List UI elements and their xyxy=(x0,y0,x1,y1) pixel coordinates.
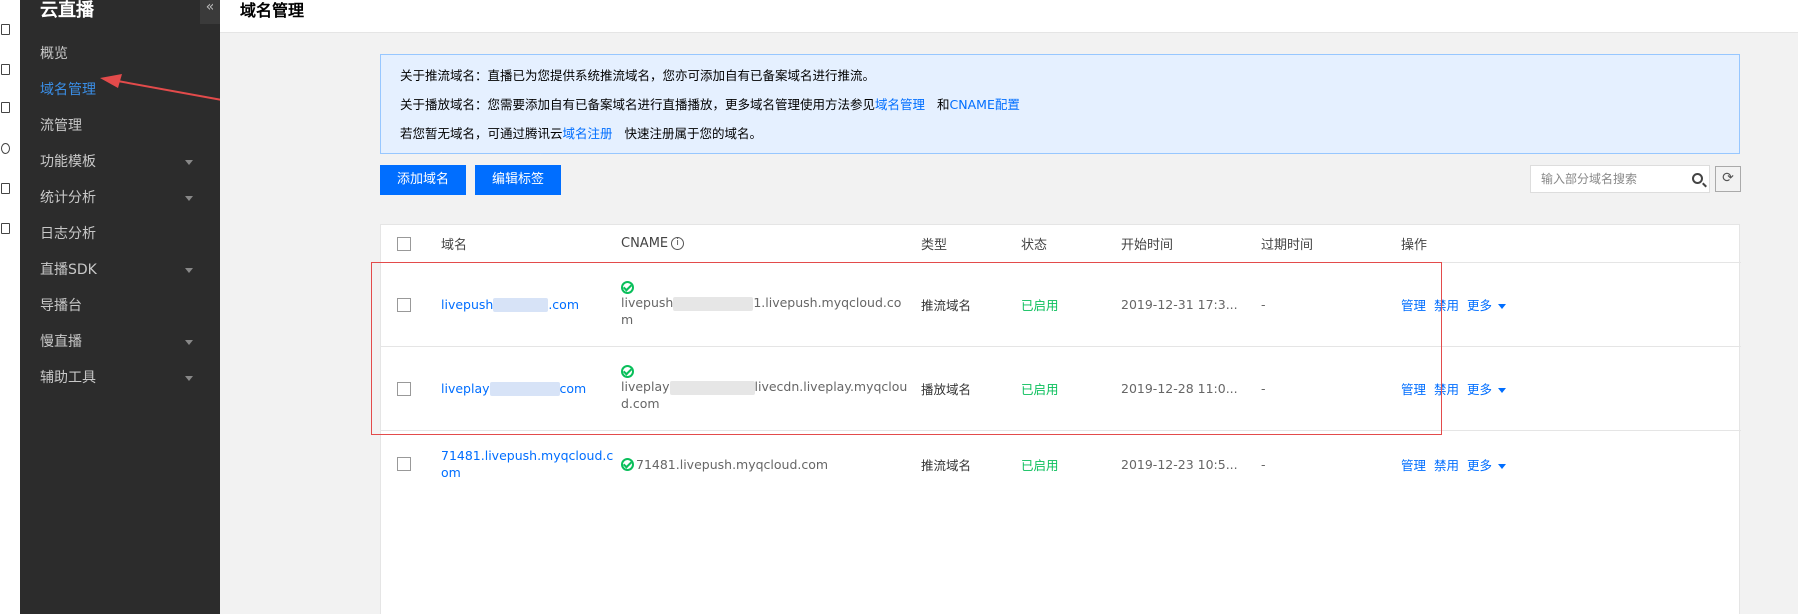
column-header-type: 类型 xyxy=(921,238,948,253)
chevron-down-icon xyxy=(1498,304,1507,309)
clock-icon[interactable] xyxy=(1,143,10,154)
info-icon[interactable]: i xyxy=(671,237,685,250)
sidebar-item-tools[interactable]: 辅助工具 xyxy=(20,360,220,396)
cname-cell: 71481.livepush.myqcloud.com xyxy=(621,431,828,497)
column-header-start-time: 开始时间 xyxy=(1121,238,1174,253)
notice-text: 快速注册属于您的域名。 xyxy=(624,126,763,141)
manage-link[interactable]: 管理 xyxy=(1401,455,1426,474)
doc-icon[interactable] xyxy=(1,24,10,35)
domain-management-doc-link[interactable]: 域名管理 xyxy=(875,97,925,112)
domain-link[interactable]: 71481.livepush.myqcloud.c om xyxy=(441,447,613,481)
table-row: 71481.livepush.myqcloud.c om 71481.livepu… xyxy=(381,431,1741,497)
annotation-highlight-box xyxy=(371,262,1442,435)
domain-cell: 71481.livepush.myqcloud.c om xyxy=(441,431,613,497)
notice-line: 若您暂无域名，可通过腾讯云域名注册 快速注册属于您的域名。 xyxy=(400,123,1720,152)
cname-config-doc-link[interactable]: CNAME配置 xyxy=(950,97,1020,112)
notice-text: 关于推流域名：直播已为您提供系统推流域名，您亦可添加自有已备案域名进行推流。 xyxy=(400,68,876,83)
chevron-down-icon xyxy=(1498,388,1507,393)
search-placeholder: 输入部分域名搜索 xyxy=(1541,172,1638,186)
chevron-down-icon xyxy=(1498,463,1507,469)
sidebar-item-log-analysis[interactable]: 日志分析 xyxy=(20,216,220,252)
expire-time-cell: - xyxy=(1261,456,1266,472)
notice-text: 关于播放域名：您需要添加自有已备案域名进行直播播放，更多域名管理使用方法参见 xyxy=(400,97,876,112)
info-notice: 关于推流域名：直播已为您提供系统推流域名，您亦可添加自有已备案域名进行推流。 关… xyxy=(380,54,1740,154)
collapse-sidebar-button[interactable]: « xyxy=(200,0,220,24)
sidebar-item-label: 日志分析 xyxy=(40,226,96,242)
more-dropdown[interactable]: 更多 xyxy=(1467,295,1507,314)
start-time-cell: 2019-12-23 10:5... xyxy=(1121,456,1238,472)
status-badge: 已启用 xyxy=(1021,457,1059,473)
refresh-icon: ⟳ xyxy=(1722,170,1734,186)
domain-register-link[interactable]: 域名注册 xyxy=(563,126,613,141)
sidebar-item-feature-templates[interactable]: 功能模板 xyxy=(20,144,220,180)
file-icon[interactable] xyxy=(1,102,10,113)
column-header-domain: 域名 xyxy=(441,238,468,253)
sidebar-item-director[interactable]: 导播台 xyxy=(20,288,220,324)
column-header-cname: CNAME i xyxy=(621,225,685,262)
sidebar-item-overview[interactable]: 概览 xyxy=(20,36,220,72)
sidebar-title: 云直播 xyxy=(40,0,94,21)
left-icon-rail xyxy=(0,0,20,614)
cname-value: 71481.livepush.myqcloud.com xyxy=(636,456,829,472)
sidebar-item-label: 导播台 xyxy=(40,298,82,314)
column-header-status: 状态 xyxy=(1021,238,1048,253)
notice-line: 关于推流域名：直播已为您提供系统推流域名，您亦可添加自有已备案域名进行推流。 xyxy=(400,65,1720,94)
search-input[interactable]: 输入部分域名搜索 xyxy=(1530,165,1710,193)
refresh-button[interactable]: ⟳ xyxy=(1715,166,1741,192)
notice-line: 关于播放域名：您需要添加自有已备案域名进行直播播放，更多域名管理使用方法参见域名… xyxy=(400,94,1720,123)
chevron-down-icon xyxy=(185,340,193,345)
notice-text: 若您暂无域名，可通过腾讯云 xyxy=(400,126,563,141)
column-header-label: CNAME xyxy=(621,236,669,251)
check-circle-icon xyxy=(621,457,634,471)
list-icon[interactable] xyxy=(1,183,10,194)
sidebar-item-label: 域名管理 xyxy=(40,82,96,98)
sidebar-item-label: 慢直播 xyxy=(40,334,82,350)
actions-cell: 管理 禁用 更多 xyxy=(1401,431,1514,497)
sidebar-item-live-sdk[interactable]: 直播SDK xyxy=(20,252,220,288)
column-header-expire-time: 过期时间 xyxy=(1261,238,1314,253)
select-all-checkbox[interactable] xyxy=(397,225,411,262)
sidebar-item-statistics[interactable]: 统计分析 xyxy=(20,180,220,216)
sidebar-item-label: 流管理 xyxy=(40,118,82,134)
sidebar-item-slow-live[interactable]: 慢直播 xyxy=(20,324,220,360)
sidebar-item-label: 直播SDK xyxy=(40,262,97,278)
notice-text: 和 xyxy=(937,97,950,112)
type-cell: 推流域名 xyxy=(921,457,972,473)
more-dropdown[interactable]: 更多 xyxy=(1467,455,1507,474)
sidebar-item-label: 统计分析 xyxy=(40,190,96,206)
table-header: 域名 CNAME i 类型 状态 开始时间 过期时间 操作 xyxy=(381,225,1741,263)
page-header: 域名管理 xyxy=(220,0,1798,33)
sidebar-item-label: 辅助工具 xyxy=(40,370,96,386)
search-icon[interactable] xyxy=(1692,173,1703,184)
calendar-icon[interactable] xyxy=(1,64,10,75)
more-dropdown[interactable]: 更多 xyxy=(1467,379,1507,398)
sidebar-item-stream-management[interactable]: 流管理 xyxy=(20,108,220,144)
row-checkbox[interactable] xyxy=(397,431,411,497)
sidebar-item-label: 概览 xyxy=(40,46,68,62)
sidebar-item-label: 功能模板 xyxy=(40,154,96,170)
chevron-down-icon xyxy=(185,268,193,273)
cart-icon[interactable] xyxy=(1,223,10,234)
chevron-down-icon xyxy=(185,376,193,381)
chevron-down-icon xyxy=(185,196,193,201)
chevron-down-icon xyxy=(185,160,193,165)
disable-link[interactable]: 禁用 xyxy=(1434,455,1459,474)
column-header-actions: 操作 xyxy=(1401,238,1428,253)
page-title: 域名管理 xyxy=(240,1,305,20)
edit-tags-button[interactable]: 编辑标签 xyxy=(475,165,561,195)
add-domain-button[interactable]: 添加域名 xyxy=(380,165,466,195)
